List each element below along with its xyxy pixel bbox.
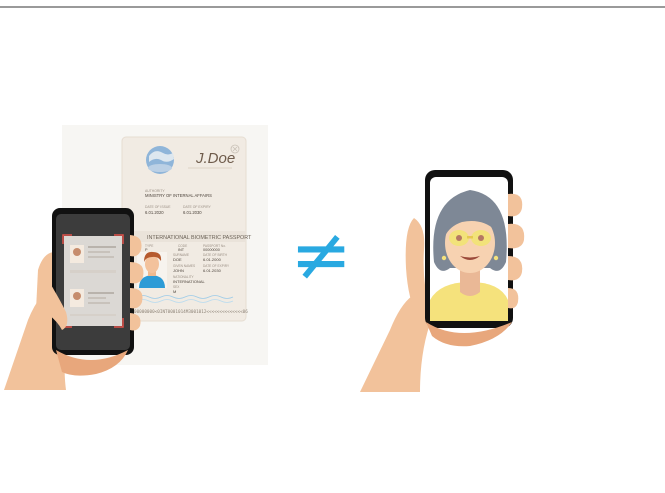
right-finger-2 xyxy=(508,223,525,249)
right-finger-4 xyxy=(508,288,519,309)
right-finger-3 xyxy=(508,256,523,281)
code-value: INT xyxy=(178,248,185,252)
given-value: JOHN xyxy=(173,268,184,273)
right-hand-holding-phone xyxy=(360,170,525,392)
number-value: 00000000 xyxy=(203,248,220,252)
sex-value: M xyxy=(173,289,176,294)
not-equal-icon: ≠ xyxy=(290,212,352,298)
earring-left xyxy=(441,255,447,261)
mrz-line: 00000000<0INT0001014M3001012<<<<<<<<<<<<… xyxy=(134,309,248,315)
scan-viewfinder xyxy=(62,234,124,328)
nationality-value: INTERNATIONAL xyxy=(173,279,205,284)
issue-value: 6.01.2020 xyxy=(145,210,164,215)
passport-signature: J.Doe xyxy=(195,150,235,167)
earring-right xyxy=(493,255,499,261)
illustration: J.Doe 00000000 AUTHORITY MINISTRY OF INT… xyxy=(4,125,525,392)
globe-emblem-icon xyxy=(146,146,174,174)
dob-value: 6.01.2000 xyxy=(203,257,222,262)
issue-label: DATE OF ISSUE xyxy=(145,205,171,209)
authority-value: MINISTRY OF INTERNAL AFFAIRS xyxy=(145,193,212,198)
passport-header: INTERNATIONAL BIOMETRIC PASSPORT xyxy=(147,235,252,241)
expiry-label: DATE OF EXPIRY xyxy=(183,205,211,209)
surname-value: DOE xyxy=(173,257,182,262)
right-finger-1 xyxy=(508,193,523,217)
expiry-value: 6.01.2030 xyxy=(183,210,202,215)
expiry-value-2: 6.01.2030 xyxy=(203,268,222,273)
